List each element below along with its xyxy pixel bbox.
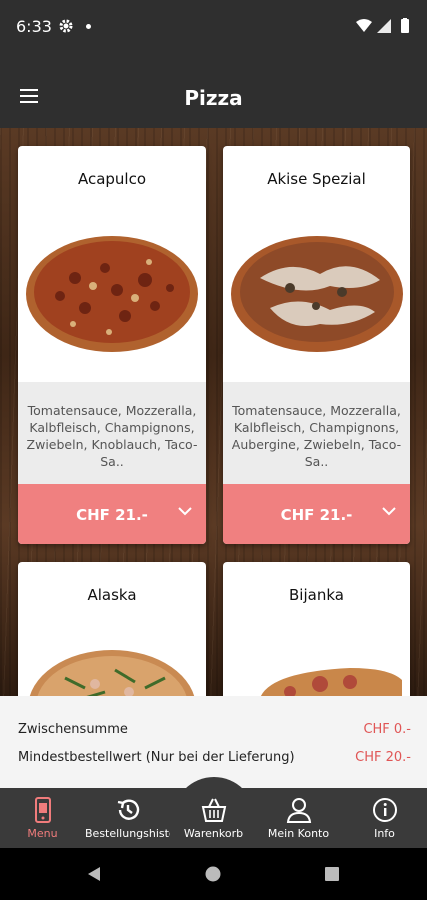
nav-info-label: Info [374,827,395,840]
system-navigation-bar [0,848,427,900]
minimum-order-value: CHF 20.- [355,750,411,765]
pizza-name: Akise Spezial [267,170,366,188]
info-icon [372,798,397,822]
pizza-name: Alaska [87,586,137,604]
menu-phone-icon [34,797,51,823]
pizza-description-panel: Tomatensauce, Mozzeralla, Kalbfleisch, C… [223,382,410,484]
pizza-image [231,236,403,352]
recents-icon[interactable] [324,866,340,882]
person-icon [286,798,311,823]
home-icon[interactable] [205,866,221,882]
pizza-description-panel: Tomatensauce, Mozzeralla, Kalbfleisch, C… [18,382,206,484]
pizza-image [29,650,195,696]
nav-cart-label: Warenkorb [183,827,244,840]
wifi-signal-battery-icon [356,18,409,33]
price-button[interactable]: CHF 21.- [223,484,410,544]
pizza-image [261,668,402,696]
nav-my-account-label: Mein Konto [267,827,330,840]
history-icon [117,799,139,820]
pizza-description: Tomatensauce, Mozzeralla, Kalbfleisch, C… [231,403,402,469]
order-summary: Zwischensumme CHF 0.- Mindestbestellwert… [0,696,427,788]
nav-info[interactable]: Info [342,788,427,848]
pizza-card-bijanka[interactable]: Bijanka [223,562,410,696]
status-time: 6:33 [16,17,52,36]
pizza-card-alaska[interactable]: Alaska [18,562,206,696]
bottom-navigation: Menu Bestellungshisto- Warenkorb Mein Ko… [0,788,427,848]
back-icon[interactable] [86,866,102,882]
nav-menu-label: Menu [27,827,58,840]
chevron-down-icon [178,507,192,516]
pizza-card-akise-spezial[interactable]: Akise Spezial Tomatensauce, Mozzeralla, … [223,146,410,544]
chevron-down-icon [382,507,396,516]
subtotal-label: Zwischensumme [18,722,128,737]
status-bar: 6:33 [0,0,427,56]
pizza-name: Acapulco [77,170,147,188]
pizza-card-acapulco[interactable]: Acapulco Tomatensauce, Mozzeralla, Kalbf… [18,146,206,544]
nav-my-account[interactable]: Mein Konto [256,788,341,848]
page-title: Pizza [184,86,243,110]
pizza-grid: Acapulco Tomatensauce, Mozzeralla, Kalbf… [0,128,427,696]
nav-order-history[interactable]: Bestellungshisto- [85,788,170,848]
minimum-order-row: Mindestbestellwert (Nur bei der Lieferun… [18,750,411,770]
price-button[interactable]: CHF 21.- [18,484,206,544]
nav-menu[interactable]: Menu [0,788,85,848]
settings-gear-icon [59,19,73,33]
nav-cart[interactable]: Warenkorb [171,788,256,848]
subtotal-value: CHF 0.- [363,722,411,737]
minimum-order-label: Mindestbestellwert (Nur bei der Lieferun… [18,750,295,765]
pizza-image [26,236,198,352]
pizza-name: Bijanka [289,586,344,604]
app-bar: Pizza [0,56,427,128]
notification-dot-icon [86,24,91,29]
pizza-description: Tomatensauce, Mozzeralla, Kalbfleisch, C… [26,403,198,469]
subtotal-row: Zwischensumme CHF 0.- [18,722,411,742]
basket-icon [201,798,226,822]
nav-order-history-label: Bestellungshisto- [85,827,170,840]
